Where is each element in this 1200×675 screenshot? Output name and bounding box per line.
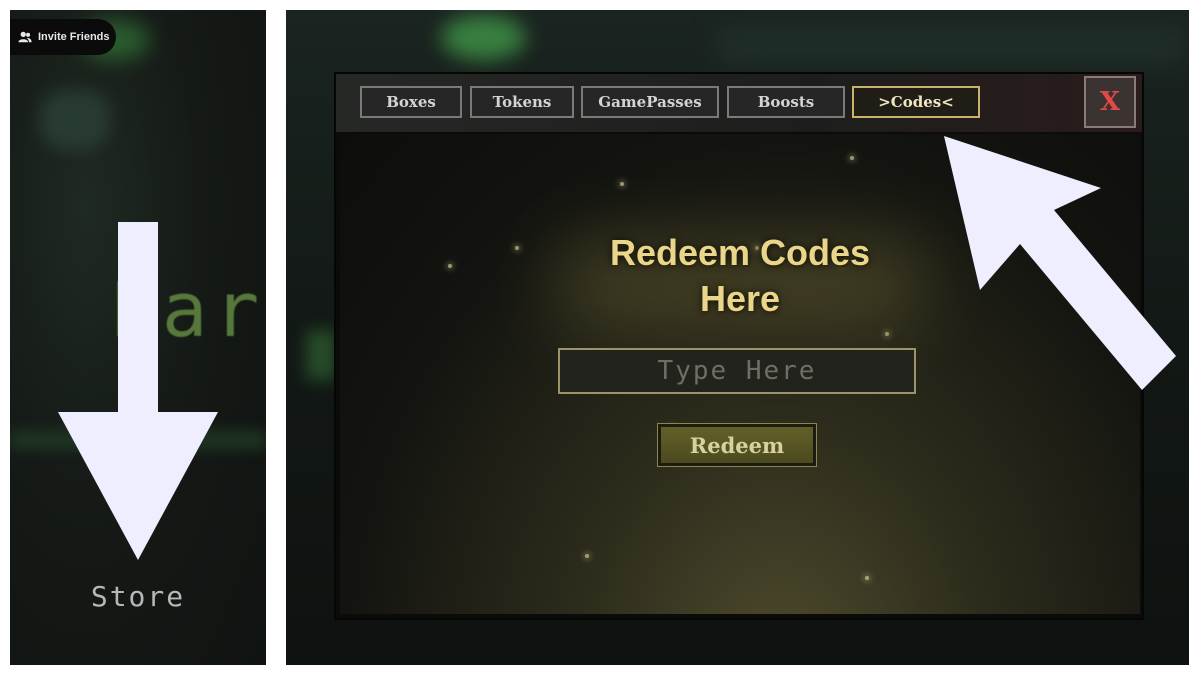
invite-friends-label: Invite Friends (38, 31, 110, 43)
sparkle (850, 156, 854, 160)
tab-codes[interactable]: >Codes< (852, 86, 980, 118)
background-figure (40, 90, 110, 150)
left-panel: Par Invite Friends Store (10, 10, 266, 665)
title-line-1: Redeem Codes (609, 232, 871, 273)
close-button[interactable]: X (1084, 76, 1136, 128)
background-glow (306, 330, 336, 380)
tab-bar: Boxes Tokens GamePasses Boosts >Codes< X (336, 74, 1142, 132)
tab-gamepasses[interactable]: GamePasses (581, 86, 719, 118)
sparkle (448, 264, 452, 268)
code-input[interactable] (558, 348, 916, 394)
sparkle (585, 554, 589, 558)
pointer-arrow-icon (944, 136, 1176, 390)
background-glow (441, 15, 526, 60)
tab-boosts[interactable]: Boosts (727, 86, 845, 118)
background-glow (716, 25, 1186, 65)
sparkle (620, 182, 624, 186)
sparkle (515, 246, 519, 250)
sparkle (885, 332, 889, 336)
tab-boxes[interactable]: Boxes (360, 86, 462, 118)
page-title: Redeem Codes Here (540, 230, 940, 322)
redeem-button[interactable]: Redeem (657, 423, 817, 467)
down-arrow-icon (58, 222, 218, 560)
sparkle (865, 576, 869, 580)
invite-friends-button[interactable]: Invite Friends (10, 19, 116, 55)
title-line-2: Here (699, 278, 781, 319)
people-icon (18, 31, 32, 43)
right-panel: Boxes Tokens GamePasses Boosts >Codes< X… (286, 10, 1189, 665)
store-label: Store (90, 580, 186, 613)
tab-tokens[interactable]: Tokens (470, 86, 574, 118)
